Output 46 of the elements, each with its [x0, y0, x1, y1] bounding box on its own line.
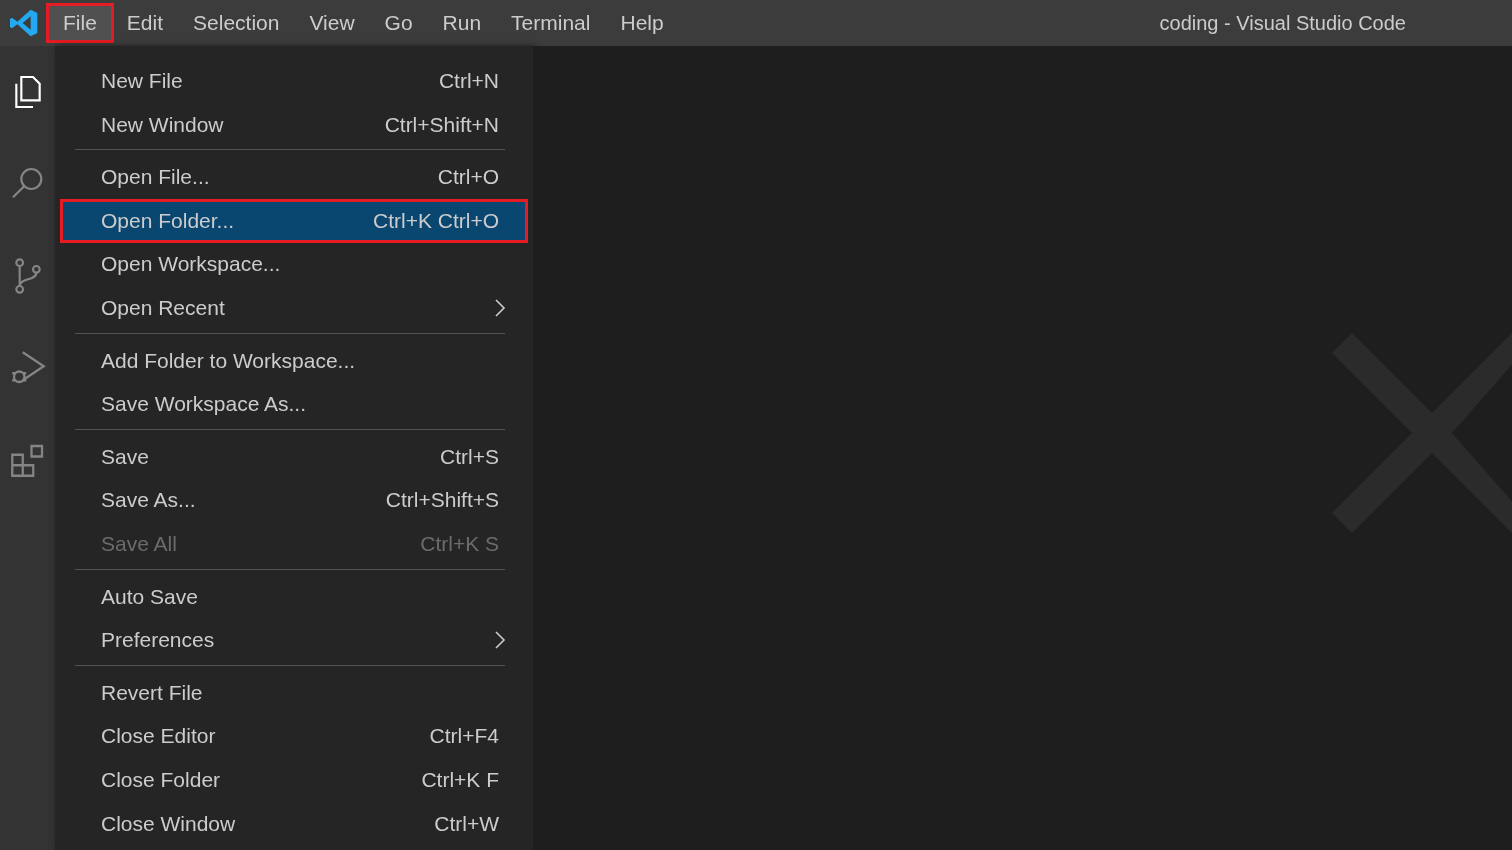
window-title: coding - Visual Studio Code [1159, 11, 1406, 35]
menu-item[interactable]: Save Ctrl+S [63, 437, 525, 476]
app-logo-icon [8, 7, 40, 39]
menu-item[interactable]: Preferences [63, 621, 525, 660]
menu-item[interactable]: Open File... Ctrl+O [63, 158, 525, 197]
shortcut-label: Ctrl+W [434, 811, 499, 836]
menu-item-label: Revert File [101, 680, 204, 705]
menu-item-label: Save [101, 444, 150, 469]
menu-item-label: Close Window [101, 811, 237, 836]
menu-item[interactable]: Open Recent [63, 288, 525, 327]
shortcut-label: Ctrl+O [437, 165, 499, 190]
menu-item-label: New Window [101, 112, 225, 137]
menu-item-label: Save Workspace As... [101, 392, 308, 417]
shortcut-label: Ctrl+N [438, 69, 499, 93]
menu-item[interactable]: Close Folder Ctrl+K F [63, 760, 525, 799]
menu-item[interactable]: Add Folder to Workspace... [63, 341, 525, 380]
menu-item-label: Save All [101, 531, 178, 556]
menu-item-label: Save As... [101, 488, 197, 513]
menu-item[interactable]: Close Editor Ctrl+F4 [63, 717, 525, 756]
menu-item[interactable]: Open Folder... Ctrl+K Ctrl+O [63, 201, 525, 240]
shortcut-label: Ctrl+S [440, 444, 499, 469]
menu-item[interactable]: Revert File [63, 673, 525, 712]
menu-item-label: Open Workspace... [101, 252, 282, 277]
shortcut-label: Ctrl+Shift+N [384, 112, 499, 137]
menu-item-label: Preferences [101, 628, 216, 653]
menu-item[interactable]: Close Window Ctrl+W [63, 804, 525, 843]
menu-item[interactable]: New Window Ctrl+Shift+N [63, 105, 525, 144]
shortcut-label: Ctrl+K Ctrl+O [372, 208, 499, 233]
menu-item-label: Open File... [101, 165, 211, 190]
menu-bar-item[interactable]: File [46, 3, 114, 43]
menu-item-label: New File [101, 69, 184, 93]
menu-item[interactable]: Auto Save [63, 577, 525, 616]
menu-item-label: Close Editor [101, 724, 217, 749]
shortcut-label: Ctrl+F4 [429, 724, 499, 749]
menu-item[interactable]: Save Workspace As... [63, 385, 525, 424]
menu-item-label: Add Folder to Workspace... [101, 348, 357, 373]
menu-item-label: Close Folder [101, 767, 222, 792]
menu-item-label: Auto Save [101, 584, 199, 609]
menu-item-label: Open Folder... [101, 208, 236, 233]
menu-item[interactable]: Open Workspace... [63, 245, 525, 284]
menu-item[interactable]: New File Ctrl+N [63, 62, 525, 100]
shortcut-label: Ctrl+K F [421, 767, 499, 792]
shortcut-label: Ctrl+K S [420, 531, 499, 556]
menu-item-label: Open Recent [101, 295, 226, 320]
shortcut-label: Ctrl+Shift+S [385, 488, 499, 513]
menu-item[interactable]: Save As... Ctrl+Shift+S [63, 481, 525, 520]
